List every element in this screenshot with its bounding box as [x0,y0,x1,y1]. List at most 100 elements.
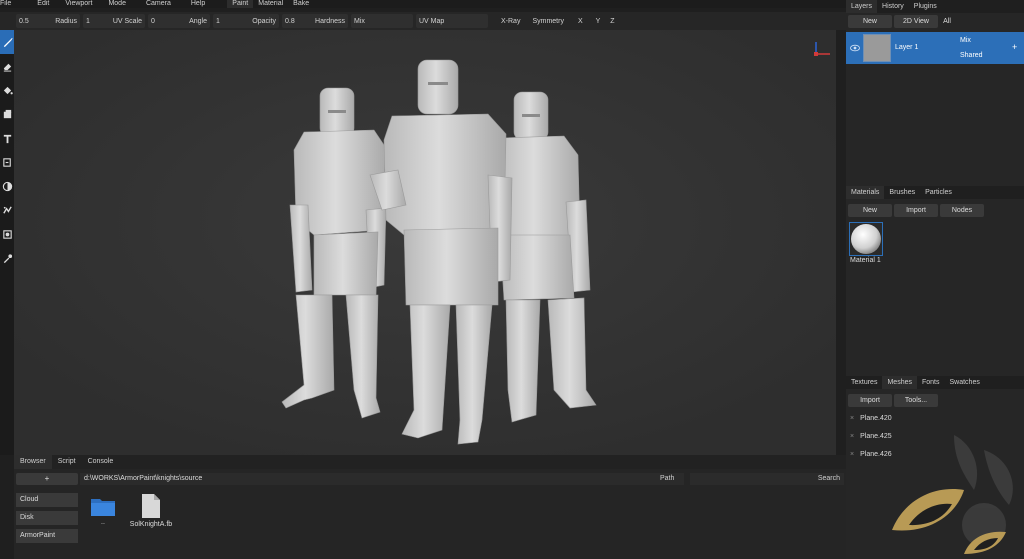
new-layer-button[interactable]: New [848,15,892,28]
remove-mesh-icon[interactable]: × [850,433,854,440]
menu-edit[interactable]: Edit [23,0,61,8]
angle-field[interactable]: 0 Angle [148,14,210,28]
materials-tabs: Materials Brushes Particles [846,186,1024,199]
tab-history[interactable]: History [877,0,909,13]
right-panel: Layers History Plugins New 2D View All L… [846,0,1024,559]
layer-thumbnail [863,34,891,62]
tab-materials[interactable]: Materials [846,186,885,199]
file-browser: Browser Script Console + d:\WORKS\ArmorP… [14,455,846,559]
picker-mask-icon[interactable] [0,222,14,246]
tool-bar [0,30,14,455]
path-input[interactable]: d:\WORKS\ArmorPaint\knights\source [80,473,684,485]
symmetry-x-toggle[interactable]: X [570,14,591,28]
folder-up-label: .. [101,519,105,526]
opacity-value: 1 [216,17,220,25]
radius-field[interactable]: 0.5 Radius [16,14,80,28]
symmetry-y-toggle[interactable]: Y [591,14,606,28]
text-icon[interactable] [0,126,14,150]
import-mesh-button[interactable]: Import [848,394,892,407]
hardness-label: Hardness [315,17,345,25]
tab-textures[interactable]: Textures [846,376,882,389]
file-solknighta[interactable]: SolKnightA.fb [122,493,180,528]
menu-camera[interactable]: Camera [138,0,183,8]
xray-toggle[interactable]: X-Ray [495,14,526,28]
uvmap-select[interactable]: UV Map [416,14,488,28]
layer-mode-select[interactable]: Shared [958,50,1006,62]
add-bookmark-button[interactable]: + [16,473,78,485]
bookmark-cloud[interactable]: Cloud [16,493,78,507]
menu-viewport[interactable]: Viewport [61,0,104,8]
tab-particles[interactable]: Particles [920,186,957,199]
hardness-field[interactable]: 0.8 Hardness [282,14,348,28]
opacity-label: Opacity [252,17,276,25]
browser-tabs: Browser Script Console [14,455,846,469]
radius-label: Radius [55,17,77,25]
mesh-name: Plane.420 [860,415,892,422]
blend-mode-select[interactable]: Mix [351,14,413,28]
angle-value: 0 [151,17,155,25]
import-material-button[interactable]: Import [894,204,938,217]
file-name: SolKnightA.fb [129,521,173,528]
folder-up[interactable]: .. [88,495,118,526]
mesh-item[interactable]: × Plane.420 [850,413,892,425]
bookmark-armorpaint[interactable]: ArmorPaint [16,529,78,543]
tools-button[interactable]: Tools... [894,394,938,407]
tab-material[interactable]: Material [253,0,288,8]
layer-row[interactable]: Layer 1 Mix Shared + [846,32,1024,64]
clone-icon[interactable] [0,150,14,174]
all-button[interactable]: All [940,15,954,28]
eye-icon[interactable] [850,43,860,53]
uvscale-field[interactable]: 1 UV Scale [83,14,145,28]
search-input[interactable]: Search [690,473,844,485]
opacity-field[interactable]: 1 Opacity [213,14,279,28]
remove-mesh-icon[interactable]: × [850,415,854,422]
2d-view-button[interactable]: 2D View [894,15,938,28]
material-thumbnail[interactable] [849,222,883,256]
tab-browser[interactable]: Browser [14,455,52,469]
layer-expand-button[interactable]: + [1012,42,1017,52]
tab-plugins[interactable]: Plugins [909,0,942,13]
bookmark-disk[interactable]: Disk [16,511,78,525]
material-name: Material 1 [850,257,881,264]
blur-icon[interactable] [0,174,14,198]
tab-paint[interactable]: Paint [227,0,254,8]
tab-brushes[interactable]: Brushes [884,186,920,199]
fill-icon[interactable] [0,78,14,102]
assets-tabs: Textures Meshes Fonts Swatches [846,376,1024,389]
menu-help[interactable]: Help [183,0,217,8]
particle-icon[interactable] [0,198,14,222]
file-icon [142,494,160,518]
layer-blend-select[interactable]: Mix [958,35,1006,47]
tab-bake[interactable]: Bake [288,0,314,8]
tab-fonts[interactable]: Fonts [917,376,945,389]
eyedropper-icon[interactable] [0,246,14,270]
menu-file[interactable]: File [0,0,23,8]
symmetry-label: Symmetry [532,17,564,25]
new-material-button[interactable]: New [848,204,892,217]
menu-bar: File Edit Viewport Mode Camera Help Pain… [0,0,846,8]
layers-tabs: Layers History Plugins [846,0,1024,13]
uvscale-value: 1 [86,17,90,25]
tab-swatches[interactable]: Swatches [945,376,985,389]
decal-icon[interactable] [0,102,14,126]
radius-value: 0.5 [19,17,29,25]
brush-options-bar: 0.5 Radius 1 UV Scale 0 Angle 1 Opacity … [0,12,846,30]
nodes-button[interactable]: Nodes [940,204,984,217]
tab-layers[interactable]: Layers [846,0,878,13]
tab-console[interactable]: Console [82,455,120,469]
angle-label: Angle [189,17,207,25]
material-sphere-icon [851,224,881,254]
remove-mesh-icon[interactable]: × [850,451,854,458]
brush-icon[interactable] [0,30,14,54]
menu-mode[interactable]: Mode [104,0,138,8]
blend-mode-value: Mix [354,17,365,25]
axis-gizmo[interactable] [812,40,832,58]
path-row: + d:\WORKS\ArmorPaint\knights\source Pat… [14,473,846,487]
tab-script[interactable]: Script [52,455,82,469]
symmetry-z-toggle[interactable]: Z [605,14,619,28]
tab-meshes[interactable]: Meshes [882,376,917,389]
eraser-icon[interactable] [0,54,14,78]
folder-icon [91,499,115,516]
3d-viewport[interactable] [14,30,836,455]
armorpaint-logo-watermark [892,435,1013,554]
